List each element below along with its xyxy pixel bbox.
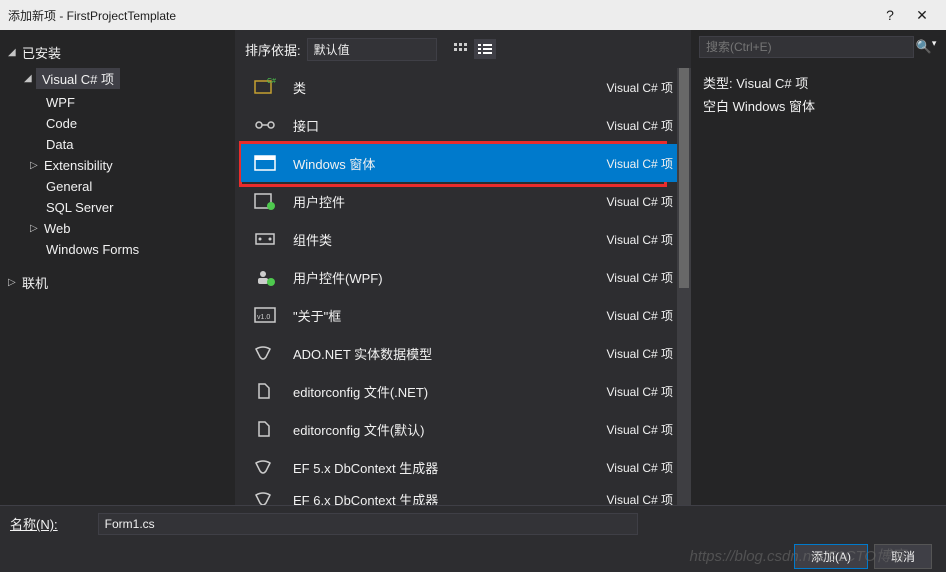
view-grid-button[interactable] <box>450 39 472 59</box>
tree-item-winforms[interactable]: Windows Forms <box>0 239 235 260</box>
grid-icon <box>454 43 468 55</box>
view-list-button[interactable] <box>474 39 496 59</box>
tree-item-extensibility[interactable]: ▷Extensibility <box>0 155 235 176</box>
description: 空白 Windows 窗体 <box>703 95 934 118</box>
close-button[interactable]: ✕ <box>906 7 938 24</box>
tree-item-code[interactable]: Code <box>0 113 235 134</box>
search-input[interactable] <box>699 36 914 58</box>
titlebar: 添加新项 - FirstProjectTemplate ? ✕ <box>0 0 946 30</box>
tree-installed[interactable]: ◢ 已安装 <box>0 40 235 65</box>
template-row[interactable]: 接口 Visual C# 项 <box>241 106 685 144</box>
help-button[interactable]: ? <box>874 7 906 23</box>
template-row[interactable]: 用户控件 Visual C# 项 <box>241 182 685 220</box>
window-title: 添加新项 - FirstProjectTemplate <box>8 7 874 24</box>
chevron-down-icon: ◢ <box>24 73 36 84</box>
editorconfig-icon <box>251 379 279 403</box>
form-icon <box>251 151 279 175</box>
tree-item-data[interactable]: Data <box>0 134 235 155</box>
template-row[interactable]: ADO.NET 实体数据模型 Visual C# 项 <box>241 334 685 372</box>
template-list: C# 类 Visual C# 项 接口 Visual C# 项 Windows … <box>235 62 691 505</box>
about-box-icon: v1.0 <box>251 303 279 327</box>
chevron-right-icon: ▷ <box>30 223 42 234</box>
ef5-icon <box>251 455 279 479</box>
tree-item-web[interactable]: ▷Web <box>0 218 235 239</box>
chevron-right-icon: ▷ <box>8 277 20 288</box>
svg-text:v1.0: v1.0 <box>257 314 270 321</box>
template-row[interactable]: 用户控件(WPF) Visual C# 项 <box>241 258 685 296</box>
chevron-down-icon: ◢ <box>8 47 20 58</box>
tree-item-sqlserver[interactable]: SQL Server <box>0 197 235 218</box>
chevron-right-icon: ▷ <box>30 160 42 171</box>
template-panel: 排序依据: 默认值 ▼ C# 类 Visual C# 项 接口 <box>235 30 691 505</box>
ef6-icon <box>251 487 279 505</box>
add-button[interactable]: 添加(A) <box>794 544 868 569</box>
sort-label: 排序依据: <box>245 40 301 59</box>
details-panel: 🔍▾ 类型: Visual C# 项 空白 Windows 窗体 <box>691 30 946 505</box>
category-tree: ◢ 已安装 ◢ Visual C# 项 WPF Code Data ▷Exten… <box>0 30 235 505</box>
scrollbar-vertical[interactable] <box>677 68 691 505</box>
footer: 添加(A) 取消 <box>0 541 946 572</box>
template-row[interactable]: v1.0 "关于"框 Visual C# 项 <box>241 296 685 334</box>
sort-dropdown[interactable]: 默认值 <box>307 38 437 61</box>
search-icon[interactable]: 🔍▾ <box>914 39 938 55</box>
tree-online[interactable]: ▷ 联机 <box>0 270 235 295</box>
type-value: Visual C# 项 <box>736 76 808 91</box>
tree-csharp[interactable]: ◢ Visual C# 项 <box>0 65 235 92</box>
template-row-selected[interactable]: Windows 窗体 Visual C# 项 <box>241 144 685 182</box>
template-row[interactable]: C# 类 Visual C# 项 <box>241 68 685 106</box>
template-row[interactable]: EF 6.x DbContext 生成器 Visual C# 项 <box>241 486 685 505</box>
scrollbar-thumb[interactable] <box>679 68 689 288</box>
template-row[interactable]: 组件类 Visual C# 项 <box>241 220 685 258</box>
usercontrol-icon <box>251 189 279 213</box>
name-input[interactable] <box>98 513 638 535</box>
template-row[interactable]: editorconfig 文件(默认) Visual C# 项 <box>241 410 685 448</box>
usercontrol-wpf-icon <box>251 265 279 289</box>
name-bar: 名称(N): <box>0 505 946 541</box>
template-row[interactable]: editorconfig 文件(.NET) Visual C# 项 <box>241 372 685 410</box>
svg-text:C#: C# <box>267 78 276 85</box>
cancel-button[interactable]: 取消 <box>874 544 932 569</box>
interface-icon <box>251 113 279 137</box>
tree-item-wpf[interactable]: WPF <box>0 92 235 113</box>
class-icon: C# <box>251 75 279 99</box>
editorconfig-default-icon <box>251 417 279 441</box>
tree-item-general[interactable]: General <box>0 176 235 197</box>
type-label: 类型: <box>703 76 733 91</box>
list-icon <box>478 43 492 55</box>
template-row[interactable]: EF 5.x DbContext 生成器 Visual C# 项 <box>241 448 685 486</box>
type-row: 类型: Visual C# 项 <box>703 72 934 95</box>
adonet-icon <box>251 341 279 365</box>
component-icon <box>251 227 279 251</box>
name-label: 名称(N): <box>10 514 58 533</box>
list-header: 排序依据: 默认值 ▼ <box>235 30 691 62</box>
